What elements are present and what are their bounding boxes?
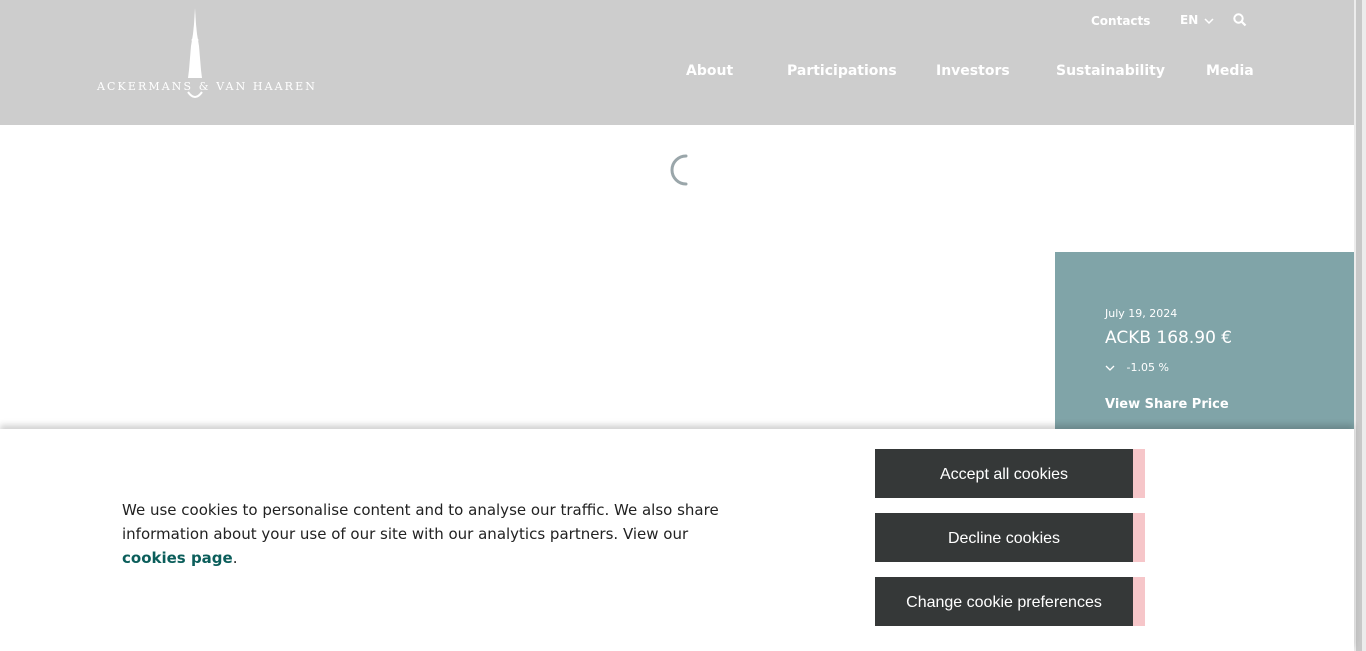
nav-sustainability[interactable]: Sustainability <box>1056 63 1165 79</box>
button-accent <box>1133 449 1145 498</box>
chevron-down-icon <box>1204 17 1214 24</box>
decline-cookies-button[interactable]: Decline cookies <box>875 513 1133 562</box>
language-label: EN <box>1180 13 1199 27</box>
cookie-banner: We use cookies to personalise content an… <box>0 429 1354 651</box>
nav-participations[interactable]: Participations <box>787 63 897 79</box>
chevron-down-icon <box>1105 365 1115 371</box>
share-change: -1.05 % <box>1105 361 1169 374</box>
nav-investors[interactable]: Investors <box>936 63 1010 79</box>
search-icon[interactable] <box>1233 12 1247 31</box>
button-accent <box>1133 577 1145 626</box>
accept-all-cookies-button[interactable]: Accept all cookies <box>875 449 1133 498</box>
nav-media[interactable]: Media <box>1206 63 1254 79</box>
logo-text: ACKERMANS & VAN HAAREN <box>97 80 317 93</box>
page-scrollbar[interactable] <box>1354 0 1366 651</box>
button-accent <box>1133 513 1145 562</box>
cookie-message: We use cookies to personalise content an… <box>122 498 742 570</box>
nav-about[interactable]: About <box>686 63 733 79</box>
share-date: July 19, 2024 <box>1105 307 1178 320</box>
scrollbar-thumb[interactable] <box>1356 0 1362 651</box>
loading-spinner-icon <box>660 153 692 191</box>
view-share-price-link[interactable]: View Share Price <box>1105 397 1229 412</box>
share-change-value: -1.05 % <box>1126 361 1169 374</box>
site-logo[interactable]: ACKERMANS & VAN HAAREN <box>97 6 317 104</box>
cookies-page-link[interactable]: cookies page <box>122 549 233 567</box>
share-price-widget: July 19, 2024 ACKB 168.90 € -1.05 % View… <box>1055 252 1354 432</box>
cookie-message-text: We use cookies to personalise content an… <box>122 501 719 543</box>
cookie-message-end: . <box>232 549 238 567</box>
contacts-link[interactable]: Contacts <box>1091 14 1150 28</box>
share-price: ACKB 168.90 € <box>1105 328 1233 348</box>
change-cookie-preferences-button[interactable]: Change cookie preferences <box>875 577 1133 626</box>
language-selector[interactable]: EN <box>1180 13 1214 27</box>
site-header: ACKERMANS & VAN HAAREN Contacts EN About… <box>0 0 1354 125</box>
